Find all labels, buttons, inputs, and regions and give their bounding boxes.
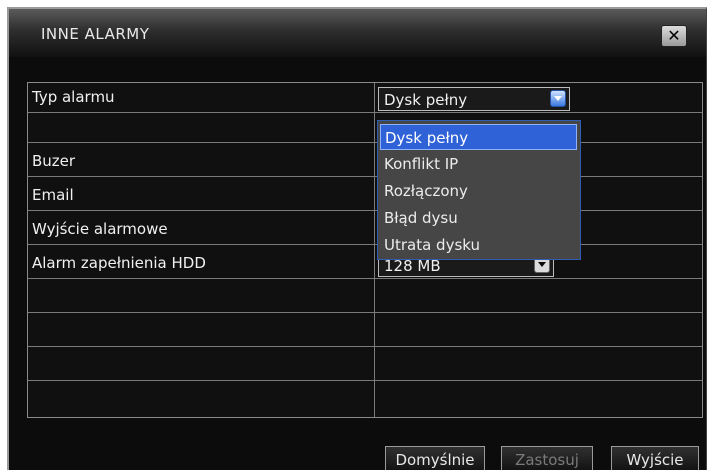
dialog-window: INNE ALARMY ✕ Typ alarmu Dysk pełny Buze…	[7, 7, 707, 470]
row-hdd-alarm: Alarm zapełnienia HDD 128 MB	[28, 249, 702, 279]
window-title: INNE ALARMY	[41, 25, 150, 43]
apply-button[interactable]: Zastosuj	[501, 446, 593, 470]
row-email: Email	[28, 181, 702, 211]
exit-button[interactable]: Wyjście	[611, 446, 699, 470]
row-label: Alarm zapełnienia HDD	[32, 254, 206, 272]
table-row	[28, 351, 702, 381]
table-row	[28, 317, 702, 347]
table-row	[28, 283, 702, 313]
close-button[interactable]: ✕	[661, 25, 687, 47]
dropdown-option-disk-loss[interactable]: Utrata dysku	[380, 232, 577, 258]
dropdown-option-disk-full[interactable]: Dysk pełny	[380, 124, 577, 150]
row-label: Wyjście alarmowe	[32, 220, 168, 238]
row-label: Buzer	[32, 152, 76, 170]
row-buzzer: Buzer	[28, 147, 702, 177]
dropdown-option-ip-conflict[interactable]: Konflikt IP	[380, 151, 577, 177]
table-row	[28, 385, 702, 415]
alarm-type-dropdown: Dysk pełny Konflikt IP Rozłączony Błąd d…	[377, 120, 581, 260]
settings-table: Typ alarmu Dysk pełny Buzer Email Wyjści…	[27, 82, 703, 418]
row-label: Email	[32, 186, 74, 204]
dropdown-option-disk-error[interactable]: Błąd dysu	[380, 205, 577, 231]
default-button[interactable]: Domyślnie	[385, 446, 485, 470]
row-alarm-output: Wyjście alarmowe	[28, 215, 702, 245]
chevron-down-icon[interactable]	[550, 90, 566, 107]
alarm-type-select[interactable]: Dysk pełny	[378, 87, 570, 111]
title-bar: INNE ALARMY ✕	[9, 9, 706, 57]
table-row	[28, 113, 702, 143]
row-alarm-type: Typ alarmu Dysk pełny	[28, 83, 702, 113]
row-label: Typ alarmu	[32, 88, 115, 106]
dropdown-option-disconnected[interactable]: Rozłączony	[380, 178, 577, 204]
close-icon: ✕	[667, 26, 681, 45]
alarm-type-value: Dysk pełny	[384, 91, 468, 109]
